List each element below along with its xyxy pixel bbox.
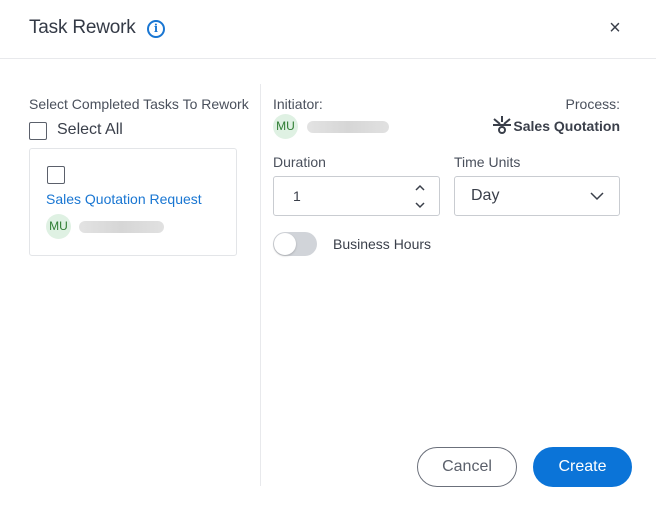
avatar: MU [46, 214, 71, 239]
column-divider [260, 84, 261, 486]
time-units-label: Time Units [454, 154, 521, 170]
duration-label: Duration [273, 154, 326, 170]
time-units-select[interactable]: Day [454, 176, 620, 216]
toggle-knob [274, 233, 296, 255]
business-hours-toggle[interactable] [273, 232, 317, 256]
cancel-button[interactable]: Cancel [417, 447, 517, 487]
select-all-checkbox[interactable] [29, 122, 47, 140]
duration-input[interactable]: 1 [273, 176, 440, 216]
initiator-avatar: MU [273, 114, 298, 139]
close-icon[interactable]: × [606, 17, 624, 39]
task-checkbox[interactable] [47, 166, 65, 184]
increment-icon[interactable] [413, 182, 427, 194]
info-icon[interactable]: i [147, 20, 165, 38]
decrement-icon[interactable] [413, 199, 427, 211]
task-card: Sales Quotation Request MU [29, 148, 237, 256]
select-tasks-label: Select Completed Tasks To Rework [29, 96, 249, 112]
dialog-header: Task Rework i × [0, 0, 656, 59]
process-icon [493, 116, 511, 134]
redacted-initiator-name [307, 121, 389, 133]
task-name-link[interactable]: Sales Quotation Request [46, 191, 202, 207]
create-button[interactable]: Create [533, 447, 632, 487]
dialog-title: Task Rework [29, 17, 136, 38]
process-label: Process: [565, 96, 620, 112]
select-all-label[interactable]: Select All [57, 121, 123, 139]
time-units-value: Day [471, 187, 500, 204]
initiator-label: Initiator: [273, 96, 323, 112]
chevron-down-icon [590, 192, 604, 201]
redacted-username [79, 221, 164, 233]
process-name: Sales Quotation [513, 118, 620, 134]
business-hours-label: Business Hours [333, 236, 432, 252]
duration-value[interactable]: 1 [293, 188, 301, 204]
